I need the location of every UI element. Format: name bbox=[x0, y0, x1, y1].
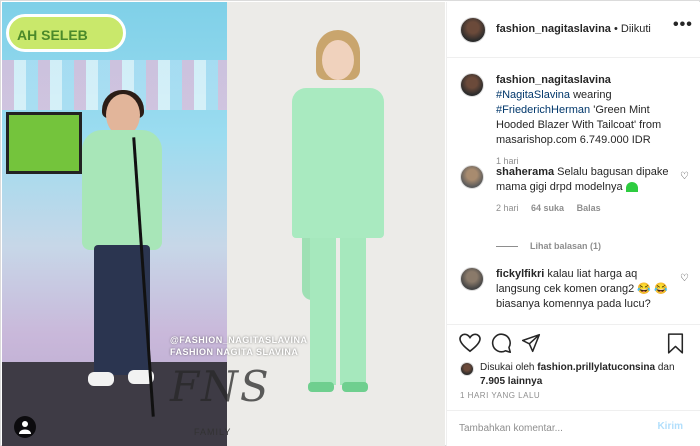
comment-icon[interactable] bbox=[491, 333, 512, 354]
comment-like-heart-icon[interactable]: ♡ bbox=[680, 273, 690, 284]
comments-list[interactable]: fashion_nagitaslavina #NagitaSlavina wea… bbox=[447, 59, 700, 324]
stage-banner-text: AH SELEB bbox=[17, 27, 88, 43]
share-icon[interactable] bbox=[521, 333, 541, 353]
avatar[interactable] bbox=[460, 165, 484, 189]
caption-text: wearing bbox=[573, 89, 612, 101]
avatar[interactable] bbox=[460, 362, 474, 376]
watermark-text: @FASHION_NAGITASLAVINA FASHION NAGITA SL… bbox=[170, 335, 308, 357]
likes-suffix: dan bbox=[657, 362, 675, 373]
comment-text: biasanya komennya pada lucu? bbox=[496, 298, 651, 310]
stage-screen bbox=[6, 112, 82, 174]
laughing-emoji-icon: 😂 bbox=[654, 283, 668, 295]
post-actions: Disukai oleh fashion.prillylatuconsina d… bbox=[447, 324, 700, 444]
header-username[interactable]: fashion_nagitaslavina bbox=[496, 23, 611, 35]
view-replies-button[interactable]: Lihat balasan (1) bbox=[496, 241, 601, 251]
post-sidebar: fashion_nagitaslavina • Diikuti ••• fash… bbox=[446, 2, 700, 446]
post-dialog: AH SELEB @FASHION_NAGITASLAVINA FASHION … bbox=[0, 0, 700, 446]
comment-username[interactable]: shaherama bbox=[496, 166, 554, 178]
post-header: fashion_nagitaslavina • Diikuti ••• bbox=[447, 2, 700, 58]
tagged-users-icon[interactable] bbox=[14, 416, 36, 438]
more-horizontal-icon[interactable]: ••• bbox=[673, 16, 693, 34]
laughing-emoji-icon: 😂 bbox=[637, 283, 651, 295]
post-media[interactable]: AH SELEB @FASHION_NAGITASLAVINA FASHION … bbox=[2, 2, 445, 446]
avatar[interactable] bbox=[460, 73, 484, 97]
hashtag-link[interactable]: #FriederichHerman bbox=[496, 104, 590, 116]
avatar[interactable] bbox=[460, 17, 486, 43]
likes-user-link[interactable]: fashion.prillylatuconsina bbox=[537, 362, 655, 373]
comment-likes[interactable]: 64 suka bbox=[531, 203, 564, 213]
watermark-family: FAMILY bbox=[194, 427, 232, 437]
likes-others-link[interactable]: 7.905 lainnya bbox=[480, 376, 542, 387]
heart-icon[interactable] bbox=[459, 333, 481, 353]
comment-like-heart-icon[interactable]: ♡ bbox=[680, 171, 690, 182]
comment-time[interactable]: 2 hari bbox=[496, 203, 519, 213]
comment-username[interactable]: fickylfikri bbox=[496, 268, 544, 280]
post-comment-button[interactable]: Kirim bbox=[657, 421, 683, 432]
add-comment-bar: Kirim bbox=[447, 410, 700, 445]
post-date[interactable]: 1 HARI YANG LALU bbox=[460, 391, 540, 400]
caption-username[interactable]: fashion_nagitaslavina bbox=[496, 74, 611, 86]
avatar[interactable] bbox=[460, 267, 484, 291]
reply-button[interactable]: Balas bbox=[577, 203, 601, 213]
watermark-logo: FNS bbox=[170, 362, 271, 411]
likes-prefix: Disukai oleh bbox=[480, 362, 535, 373]
follow-status[interactable]: • Diikuti bbox=[614, 23, 651, 35]
green-heart-icon bbox=[625, 182, 638, 193]
stage-banner: AH SELEB bbox=[6, 14, 126, 52]
comment-input[interactable] bbox=[459, 420, 639, 436]
bookmark-icon[interactable] bbox=[667, 333, 684, 354]
singer-figure bbox=[72, 90, 182, 390]
hashtag-link[interactable]: #NagitaSlavina bbox=[496, 89, 570, 101]
